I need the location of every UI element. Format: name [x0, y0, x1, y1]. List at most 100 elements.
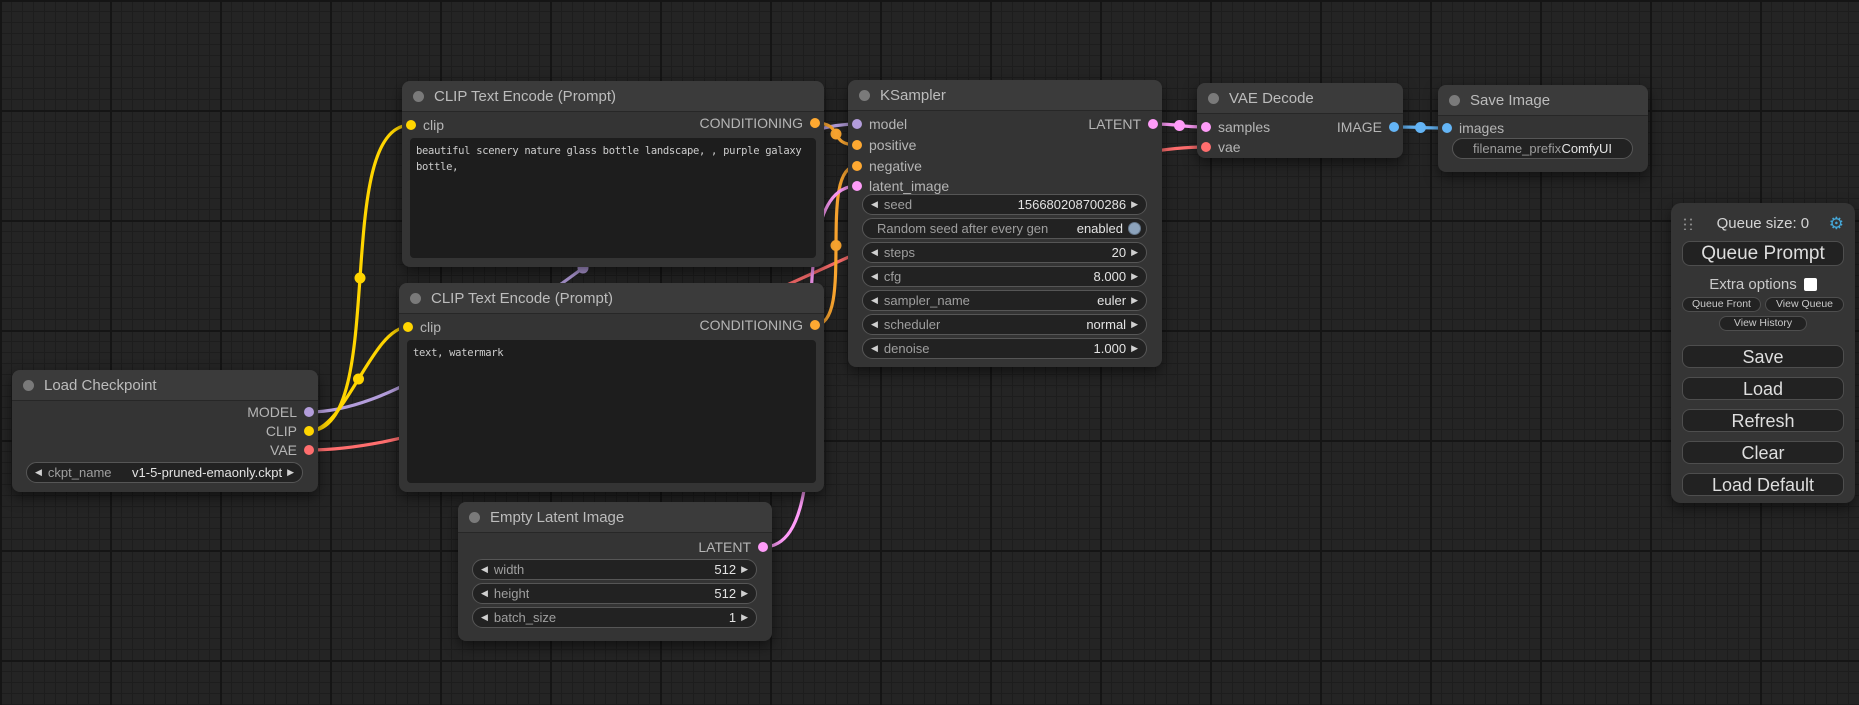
output-slot-conditioning[interactable]: CONDITIONING	[700, 116, 820, 130]
increment-arrow-icon[interactable]: ▶	[1131, 344, 1138, 353]
output-slot-clip[interactable]: CLIP	[266, 424, 314, 438]
drag-handle-icon[interactable]	[1682, 216, 1693, 230]
input-slot-model[interactable]: model	[852, 117, 907, 131]
slot-dot[interactable]	[852, 119, 862, 129]
decrement-arrow-icon[interactable]: ◀	[871, 296, 878, 305]
node-load-checkpoint[interactable]: Load CheckpointMODELCLIPVAE◀ckpt_namev1-…	[12, 370, 318, 492]
widget-Random seed after every gen[interactable]: Random seed after every genenabled	[862, 218, 1147, 239]
widget-value[interactable]: 8.000	[1094, 269, 1127, 284]
node-title-bar[interactable]: Load Checkpoint	[12, 370, 318, 400]
widget-value[interactable]: normal	[1086, 317, 1126, 332]
slot-dot[interactable]	[304, 445, 314, 455]
widget-cfg[interactable]: ◀cfg8.000▶	[862, 266, 1147, 287]
widget-height[interactable]: ◀height512▶	[472, 583, 757, 604]
decrement-arrow-icon[interactable]: ◀	[481, 565, 488, 574]
collapse-dot[interactable]	[410, 293, 421, 304]
node-title-bar[interactable]: CLIP Text Encode (Prompt)	[402, 81, 824, 111]
node-title-bar[interactable]: KSampler	[848, 80, 1162, 110]
view-queue-button[interactable]: View Queue	[1765, 297, 1844, 312]
node-title-bar[interactable]: CLIP Text Encode (Prompt)	[399, 283, 824, 313]
input-slot-clip[interactable]: clip	[403, 320, 441, 334]
widget-steps[interactable]: ◀steps20▶	[862, 242, 1147, 263]
output-slot-image[interactable]: IMAGE	[1337, 120, 1399, 134]
widget-value[interactable]: enabled	[1077, 221, 1123, 236]
increment-arrow-icon[interactable]: ▶	[741, 589, 748, 598]
slot-dot[interactable]	[1201, 142, 1211, 152]
collapse-dot[interactable]	[469, 512, 480, 523]
increment-arrow-icon[interactable]: ▶	[1131, 248, 1138, 257]
widget-value[interactable]: 156680208700286	[1018, 197, 1126, 212]
slot-dot[interactable]	[1442, 123, 1452, 133]
increment-arrow-icon[interactable]: ▶	[1131, 200, 1138, 209]
widget-value[interactable]: ComfyUI	[1561, 141, 1612, 156]
save-button[interactable]: Save	[1682, 345, 1844, 368]
slot-dot[interactable]	[1201, 122, 1211, 132]
node-title-bar[interactable]: Empty Latent Image	[458, 502, 772, 532]
increment-arrow-icon[interactable]: ▶	[1131, 296, 1138, 305]
slot-dot[interactable]	[810, 118, 820, 128]
slot-dot[interactable]	[852, 181, 862, 191]
increment-arrow-icon[interactable]: ▶	[287, 468, 294, 477]
input-slot-samples[interactable]: samples	[1201, 120, 1270, 134]
slot-dot[interactable]	[1389, 122, 1399, 132]
node-title-bar[interactable]: Save Image	[1438, 85, 1648, 115]
decrement-arrow-icon[interactable]: ◀	[481, 613, 488, 622]
widget-width[interactable]: ◀width512▶	[472, 559, 757, 580]
decrement-arrow-icon[interactable]: ◀	[481, 589, 488, 598]
prompt-textarea[interactable]: beautiful scenery nature glass bottle la…	[410, 138, 816, 258]
widget-sampler-name[interactable]: ◀sampler_nameeuler▶	[862, 290, 1147, 311]
refresh-button[interactable]: Refresh	[1682, 409, 1844, 432]
increment-arrow-icon[interactable]: ▶	[1131, 320, 1138, 329]
output-slot-conditioning[interactable]: CONDITIONING	[700, 318, 820, 332]
input-slot-negative[interactable]: negative	[852, 159, 922, 173]
slot-dot[interactable]	[304, 407, 314, 417]
slot-dot[interactable]	[852, 140, 862, 150]
load-default-button[interactable]: Load Default	[1682, 473, 1844, 496]
decrement-arrow-icon[interactable]: ◀	[35, 468, 42, 477]
collapse-dot[interactable]	[413, 91, 424, 102]
widget-filename-prefix[interactable]: filename_prefixComfyUI	[1452, 138, 1633, 159]
decrement-arrow-icon[interactable]: ◀	[871, 272, 878, 281]
node-clip-encode-negative[interactable]: CLIP Text Encode (Prompt) clip CONDITIONIN…	[399, 283, 824, 492]
decrement-arrow-icon[interactable]: ◀	[871, 200, 878, 209]
widget-batch-size[interactable]: ◀batch_size1▶	[472, 607, 757, 628]
clear-button[interactable]: Clear	[1682, 441, 1844, 464]
slot-dot[interactable]	[810, 320, 820, 330]
input-slot-latent_image[interactable]: latent_image	[852, 179, 949, 193]
input-slot-images[interactable]: images	[1442, 121, 1504, 135]
collapse-dot[interactable]	[1208, 93, 1219, 104]
widget-seed[interactable]: ◀seed156680208700286▶	[862, 194, 1147, 215]
widget-value[interactable]: 512	[714, 562, 736, 577]
queue-prompt-button[interactable]: Queue Prompt	[1682, 241, 1844, 266]
slot-dot[interactable]	[406, 120, 416, 130]
output-slot-model[interactable]: MODEL	[247, 405, 314, 419]
node-empty-latent[interactable]: Empty Latent ImageLATENT◀width512▶◀heigh…	[458, 502, 772, 641]
node-save-image[interactable]: Save Image images filename_prefixComfyUI	[1438, 85, 1648, 172]
widget-value[interactable]: 1.000	[1094, 341, 1127, 356]
view-history-button[interactable]: View History	[1719, 316, 1807, 331]
output-slot-latent[interactable]: LATENT	[1088, 117, 1158, 131]
extra-options-checkbox[interactable]	[1804, 278, 1817, 291]
widget-value[interactable]: v1-5-pruned-emaonly.ckpt	[132, 465, 282, 480]
decrement-arrow-icon[interactable]: ◀	[871, 344, 878, 353]
slot-dot[interactable]	[758, 542, 768, 552]
widget-ckpt-name[interactable]: ◀ckpt_namev1-5-pruned-emaonly.ckpt▶	[26, 462, 303, 483]
input-slot-clip[interactable]: clip	[406, 118, 444, 132]
slot-dot[interactable]	[1148, 119, 1158, 129]
queue-front-button[interactable]: Queue Front	[1682, 297, 1761, 312]
increment-arrow-icon[interactable]: ▶	[741, 613, 748, 622]
output-slot-vae[interactable]: VAE	[270, 443, 314, 457]
widget-denoise[interactable]: ◀denoise1.000▶	[862, 338, 1147, 359]
widget-scheduler[interactable]: ◀schedulernormal▶	[862, 314, 1147, 335]
gear-icon[interactable]: ⚙	[1829, 215, 1844, 232]
output-slot-latent[interactable]: LATENT	[698, 540, 768, 554]
collapse-dot[interactable]	[1449, 95, 1460, 106]
widget-value[interactable]: 512	[714, 586, 736, 601]
decrement-arrow-icon[interactable]: ◀	[871, 320, 878, 329]
prompt-textarea[interactable]: text, watermark	[407, 340, 816, 483]
toggle-knob-icon[interactable]	[1128, 222, 1141, 235]
node-ksampler[interactable]: KSamplermodelpositivenegativelatent_imag…	[848, 80, 1162, 367]
node-vae-decode[interactable]: VAE DecodesamplesvaeIMAGE	[1197, 83, 1403, 158]
collapse-dot[interactable]	[859, 90, 870, 101]
slot-dot[interactable]	[304, 426, 314, 436]
